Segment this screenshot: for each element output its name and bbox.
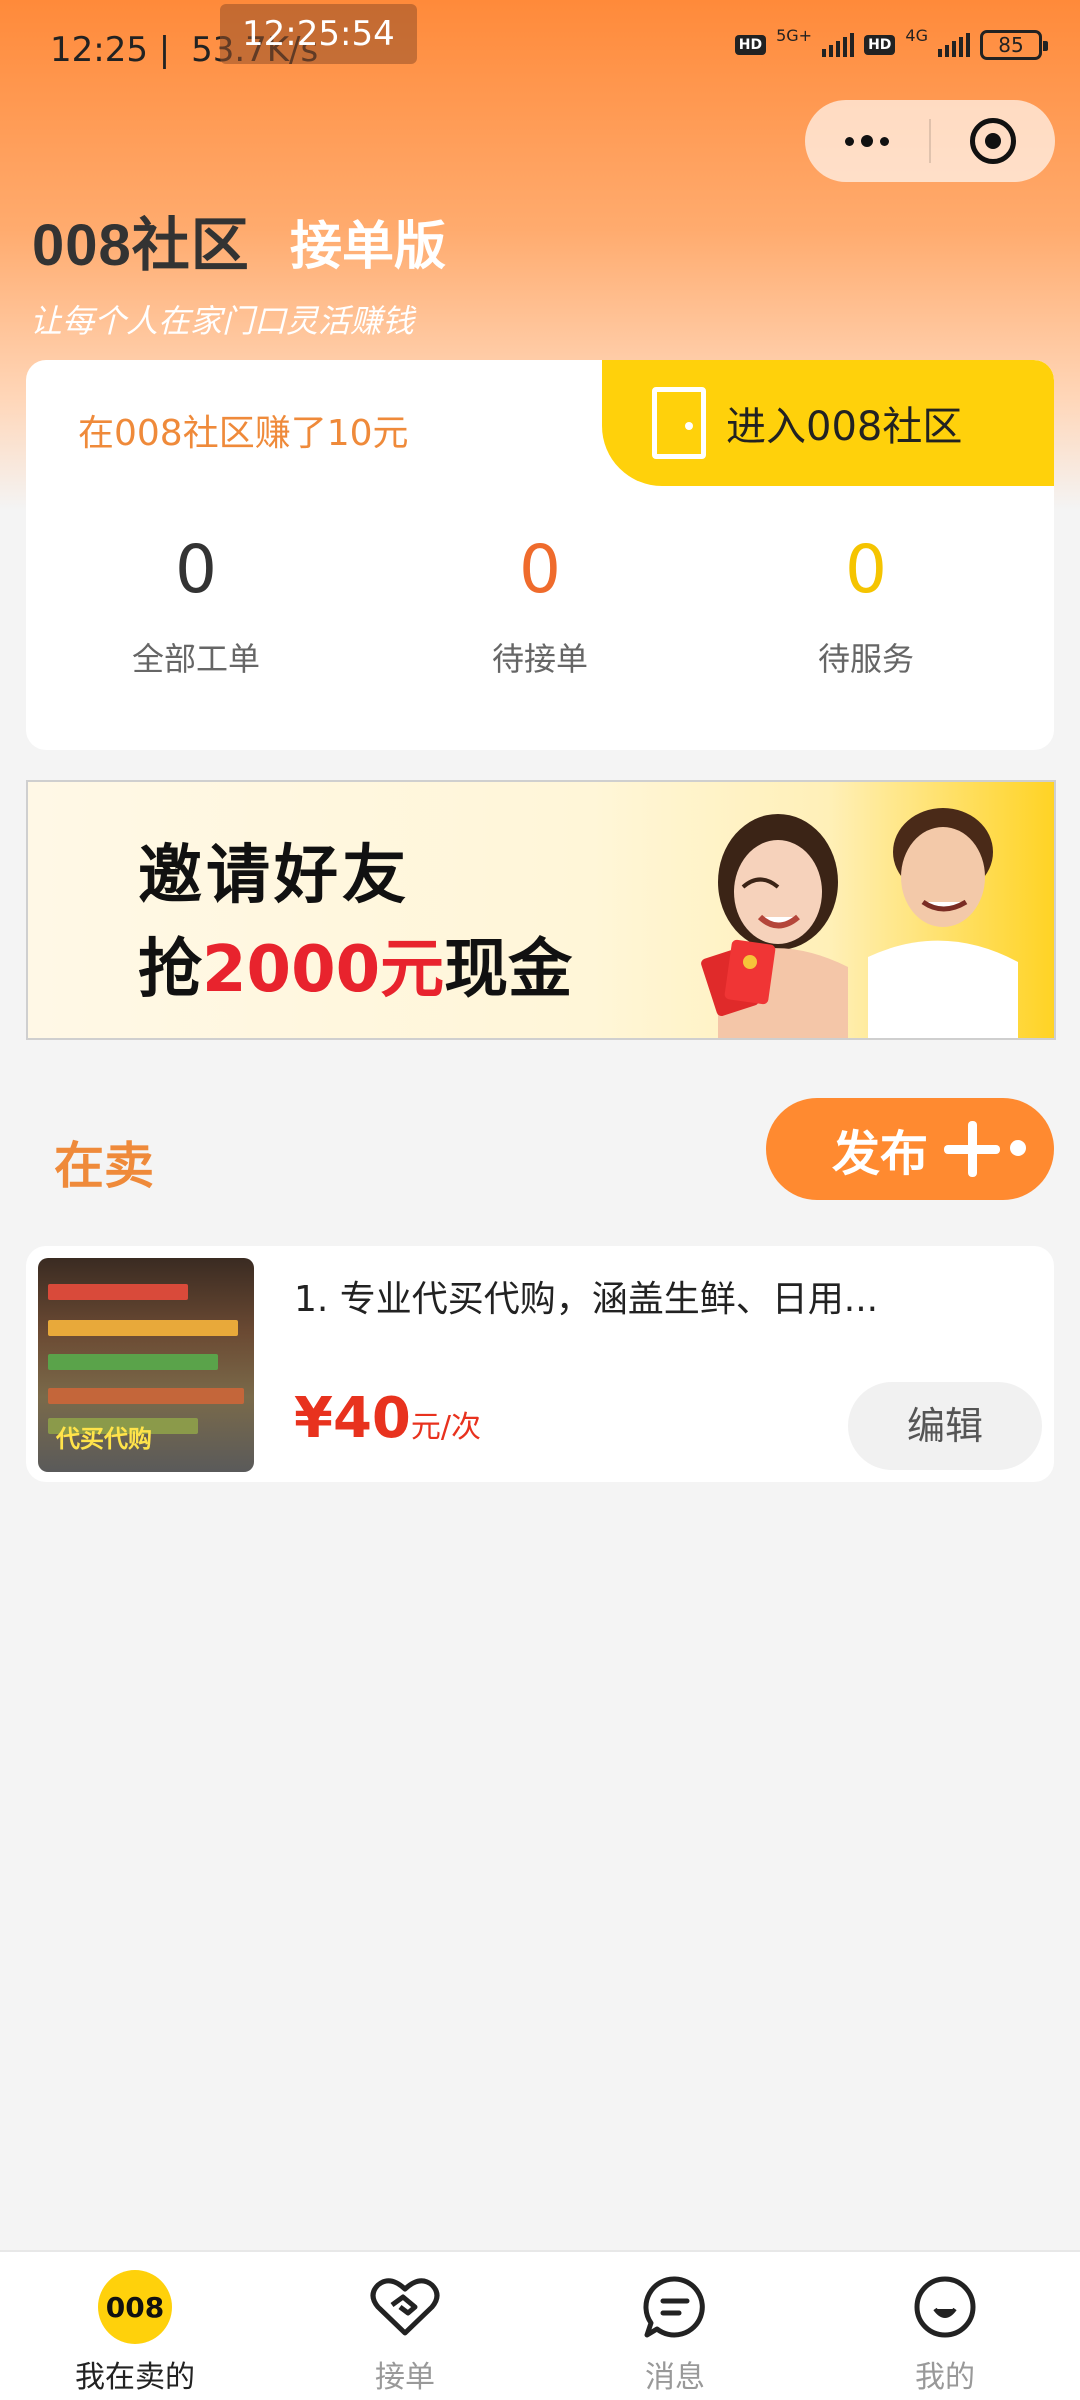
chat-bubble-icon: [638, 2270, 712, 2344]
listing-price: ¥40元/次: [294, 1386, 481, 1451]
battery-icon: 85: [980, 30, 1048, 60]
hd-icon: HD: [734, 35, 767, 55]
tab-mine-label: 我的: [915, 2360, 975, 2395]
tab-mine[interactable]: 我的: [810, 2252, 1080, 2400]
banner-prefix: 抢: [138, 933, 202, 1007]
stat-pending-accept[interactable]: 0 待接单: [390, 530, 690, 680]
brand-slogan: 让每个人在家门口灵活赚钱: [30, 302, 415, 340]
hd-icon-2: HD: [864, 35, 896, 55]
overlay-clock: 12:25:54: [220, 4, 417, 64]
tab-my-selling-label: 我在卖的: [75, 2360, 195, 2395]
brand-subtitle: 接单版: [290, 217, 447, 277]
tab-messages[interactable]: 消息: [540, 2252, 810, 2400]
tab-accept-orders[interactable]: 接单: [270, 2252, 540, 2400]
edit-button[interactable]: 编辑: [848, 1382, 1042, 1470]
listing-price-unit: 元/次: [410, 1410, 482, 1445]
banner-suffix: 现金: [444, 933, 573, 1007]
sparkle-dot: [1010, 1140, 1026, 1156]
smiley-face-icon: [908, 2270, 982, 2344]
publish-button[interactable]: 发布: [766, 1098, 1054, 1200]
brand-logo: 008社区: [32, 213, 250, 278]
door-icon: [652, 387, 706, 459]
selling-title: 在卖: [54, 1126, 154, 1198]
listing-price-value: ¥40: [294, 1386, 411, 1451]
stat-all-orders-value: 0: [175, 531, 217, 608]
invite-friends-banner[interactable]: 邀请好友 抢2000元现金: [26, 780, 1056, 1040]
tab-accept-orders-label: 接单: [375, 2360, 435, 2395]
couple-illustration: [701, 808, 1018, 1038]
home-badge: 008: [98, 2270, 172, 2344]
page: 12:25 | 53.7K/s 12:25:54 HD 5G+ HD 4G 85…: [0, 0, 1080, 2400]
more-options-icon[interactable]: [805, 100, 929, 182]
signal-icon-2: [938, 33, 970, 57]
stat-all-orders-label: 全部工单: [131, 640, 260, 678]
stat-pending-service[interactable]: 0 待服务: [716, 530, 1016, 680]
banner-title: 邀请好友: [138, 839, 410, 913]
stat-pending-accept-value: 0: [519, 531, 561, 608]
listing-thumbnail: 代买代购: [38, 1258, 254, 1472]
enter-community-label: 进入008社区: [726, 404, 963, 450]
stat-all-orders[interactable]: 0 全部工单: [46, 530, 346, 680]
home-badge-icon: 008: [98, 2270, 172, 2344]
stat-pending-service-label: 待服务: [817, 640, 914, 678]
publish-label: 发布: [832, 1126, 929, 1182]
selling-section: 在卖 发布 代买代购 1. 专业代买代购，涵盖生鲜、日用... ¥40元/次 编…: [26, 1066, 1054, 2250]
network-type-5g: 5G+: [776, 25, 813, 45]
tab-messages-label: 消息: [645, 2360, 705, 2395]
stats-card: 在008社区赚了10元 进入008社区 0 全部工单 0 待接单 0 待服务: [26, 360, 1054, 750]
listing-card[interactable]: 代买代购 1. 专业代买代购，涵盖生鲜、日用... ¥40元/次 编辑: [26, 1246, 1054, 1482]
banner-subtitle: 抢2000元现金: [138, 918, 572, 1010]
miniprogram-capsule: [805, 100, 1055, 182]
stat-pending-service-value: 0: [845, 531, 887, 608]
status-bar: 12:25 | 53.7K/s 12:25:54 HD 5G+ HD 4G 85: [0, 0, 1080, 100]
tab-my-selling[interactable]: 008 我在卖的: [0, 2252, 270, 2400]
handshake-heart-icon: [368, 2270, 442, 2344]
signal-icon: [822, 33, 855, 57]
status-time: 12:25: [50, 30, 148, 70]
status-separator: |: [158, 30, 182, 70]
listing-thumbnail-label: 代买代购: [56, 1425, 152, 1453]
earned-summary: 在008社区赚了10元: [78, 413, 409, 454]
plus-icon: [944, 1121, 1001, 1177]
listing-title: 1. 专业代买代购，涵盖生鲜、日用...: [294, 1279, 879, 1320]
network-type-4g: 4G: [905, 25, 928, 45]
status-indicators: HD 5G+ HD 4G 85: [734, 26, 1048, 60]
close-miniprogram-icon[interactable]: [931, 100, 1055, 182]
enter-community-button[interactable]: 进入008社区: [602, 360, 1054, 486]
stat-pending-accept-label: 待接单: [491, 640, 588, 678]
bottom-tab-bar: 008 我在卖的 接单 消息 我的: [0, 2250, 1080, 2400]
banner-amount: 2000元: [202, 933, 445, 1007]
